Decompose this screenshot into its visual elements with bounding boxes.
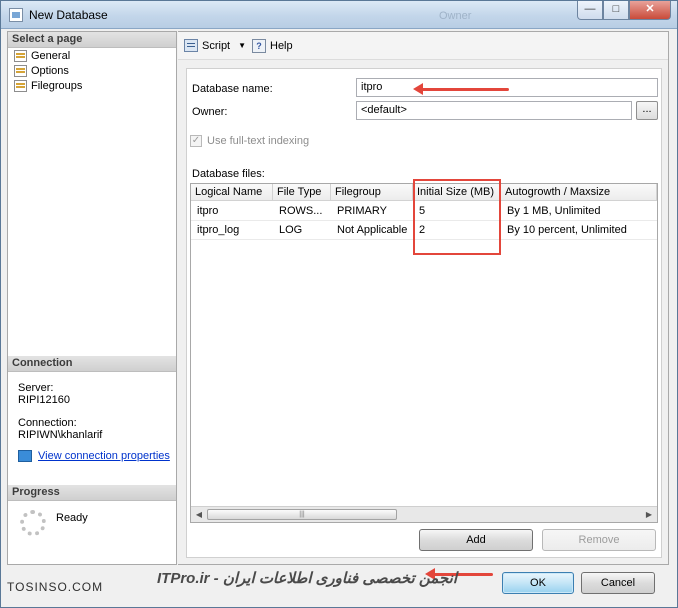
database-files-label: Database files: <box>192 168 265 180</box>
left-pane: Select a page General Options Filegroups… <box>7 31 177 565</box>
fulltext-indexing-checkbox[interactable]: ✓ Use full-text indexing <box>190 135 309 147</box>
remove-button[interactable]: Remove <box>542 529 656 551</box>
view-connection-properties[interactable]: View connection properties <box>18 450 170 462</box>
help-label: Help <box>270 40 293 52</box>
page-item-options[interactable]: Options <box>14 65 69 77</box>
watermark-left: TOSINSO.COM <box>7 580 104 594</box>
cell-autogrowth[interactable]: By 10 percent, Unlimited <box>501 221 657 240</box>
connection-properties-icon <box>18 450 32 462</box>
horizontal-scrollbar[interactable]: ◀ ||| ▶ <box>191 506 657 522</box>
fulltext-indexing-label: Use full-text indexing <box>207 135 310 147</box>
database-name-label: Database name: <box>192 83 273 95</box>
page-icon <box>14 80 27 92</box>
connection-header: Connection <box>8 356 176 372</box>
toolbar: Script ▼ ? Help <box>178 32 668 60</box>
owner-label: Owner: <box>192 106 228 118</box>
cell-filegroup[interactable]: Not Applicable <box>331 221 413 240</box>
maximize-button[interactable]: □ <box>603 1 629 20</box>
help-button[interactable]: ? Help <box>252 39 293 53</box>
window-controls: — □ ✕ <box>577 1 671 21</box>
owner-input[interactable]: <default> <box>356 101 632 120</box>
page-item-label: General <box>31 50 71 62</box>
close-button[interactable]: ✕ <box>629 1 671 20</box>
page-icon <box>14 65 27 77</box>
owner-browse-button[interactable]: ... <box>636 101 658 120</box>
database-name-arrow-annotation <box>413 83 509 95</box>
view-connection-properties-link[interactable]: View connection properties <box>38 450 170 462</box>
cell-filegroup[interactable]: PRIMARY <box>331 202 413 221</box>
select-page-header: Select a page <box>8 32 176 48</box>
server-label: Server: <box>18 382 54 394</box>
page-item-label: Options <box>31 65 69 77</box>
database-icon <box>9 8 23 22</box>
connection-label: Connection: <box>18 417 77 429</box>
cell-autogrowth[interactable]: By 1 MB, Unlimited <box>501 202 657 221</box>
page-item-filegroups[interactable]: Filegroups <box>14 80 82 92</box>
script-icon <box>184 39 198 52</box>
chevron-down-icon[interactable]: ▼ <box>238 41 246 50</box>
script-button[interactable]: Script ▼ <box>184 39 246 52</box>
connection-value: RIPIWN\khanlarif <box>18 429 103 441</box>
column-header-logical-name[interactable]: Logical Name <box>191 184 273 201</box>
right-pane: Script ▼ ? Help Database name: itpro Own… <box>178 31 669 565</box>
scroll-left-icon[interactable]: ◀ <box>192 508 206 521</box>
column-header-file-type[interactable]: File Type <box>273 184 331 201</box>
title-bar: New Database Owner — □ ✕ <box>1 1 677 29</box>
progress-status: Ready <box>56 512 88 524</box>
server-value: RIPI12160 <box>18 394 70 406</box>
scroll-thumb[interactable]: ||| <box>207 509 397 520</box>
page-item-label: Filegroups <box>31 80 83 92</box>
help-icon: ? <box>252 39 266 53</box>
cancel-button[interactable]: Cancel <box>581 572 655 594</box>
page-icon <box>14 50 27 62</box>
cell-logical-name[interactable]: itpro <box>191 202 273 221</box>
background-window-title: Owner <box>439 10 472 22</box>
watermark-center: ITPro.ir - انجمن تخصصی فناوری اطلاعات ای… <box>157 570 457 587</box>
page-item-general[interactable]: General <box>14 50 70 62</box>
cell-file-type[interactable]: ROWS... <box>273 202 331 221</box>
cell-logical-name[interactable]: itpro_log <box>191 221 273 240</box>
general-page-content: Database name: itpro Owner: <default> ..… <box>186 68 662 558</box>
scroll-right-icon[interactable]: ▶ <box>642 508 656 521</box>
window-title: New Database <box>29 8 108 22</box>
script-label: Script <box>202 39 231 52</box>
progress-spinner-icon <box>20 510 46 536</box>
initial-size-highlight <box>413 179 501 255</box>
checkbox-icon[interactable]: ✓ <box>190 135 202 147</box>
column-header-autogrowth[interactable]: Autogrowth / Maxsize <box>501 184 657 201</box>
add-button[interactable]: Add <box>419 529 533 551</box>
progress-header: Progress <box>8 485 176 501</box>
cell-file-type[interactable]: LOG <box>273 221 331 240</box>
column-header-filegroup[interactable]: Filegroup <box>331 184 413 201</box>
minimize-button[interactable]: — <box>577 1 603 20</box>
ok-button[interactable]: OK <box>502 572 574 594</box>
new-database-window: New Database Owner — □ ✕ Select a page G… <box>0 0 678 608</box>
